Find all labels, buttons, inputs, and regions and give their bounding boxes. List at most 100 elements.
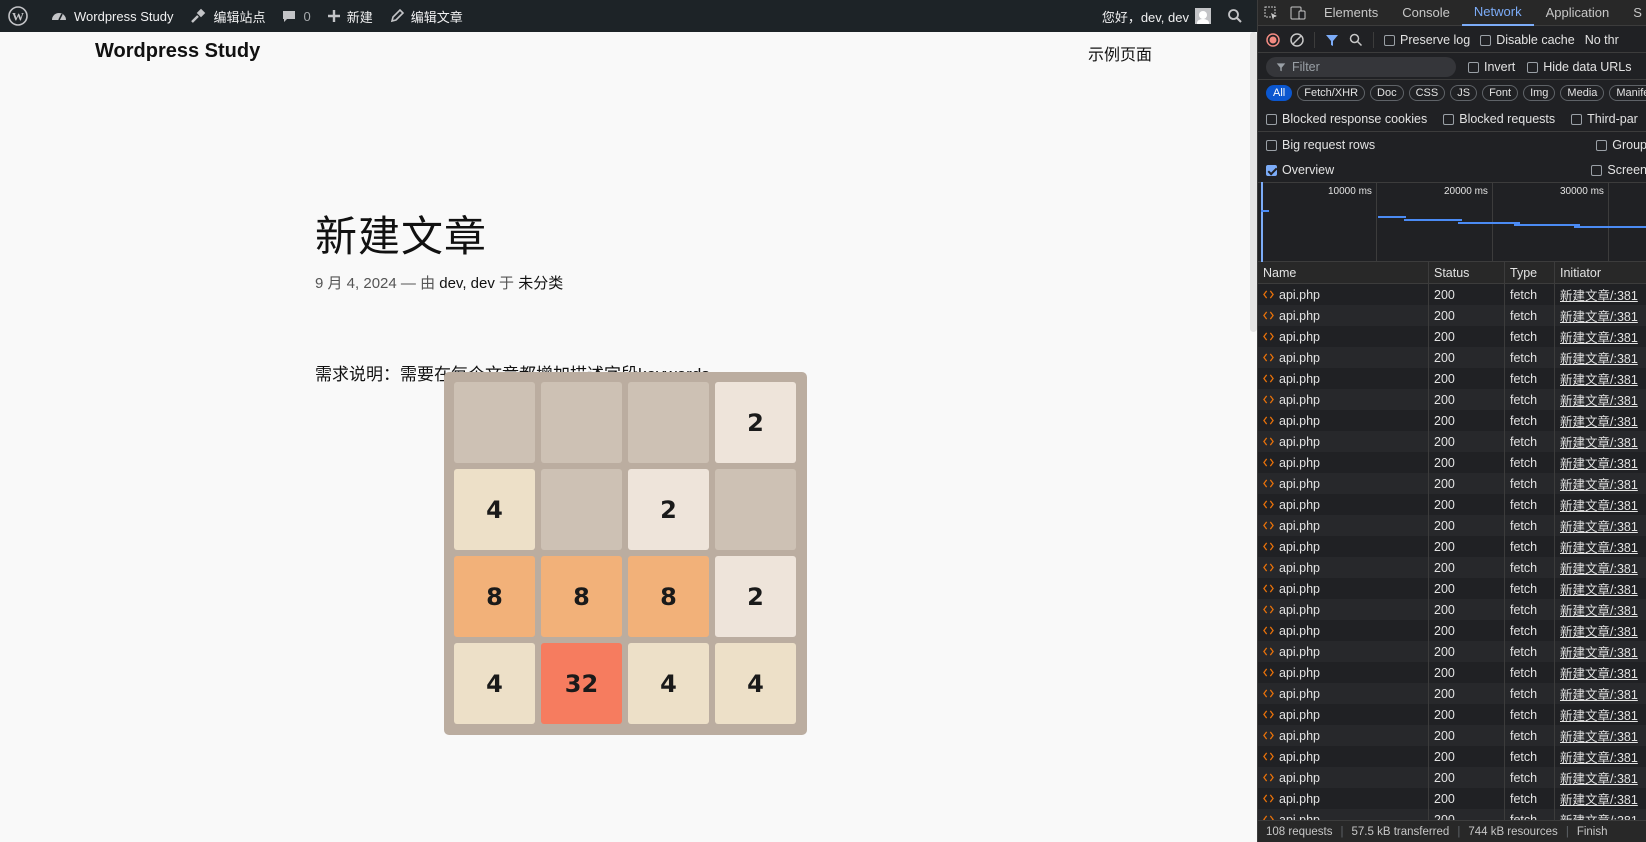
device-toolbar-icon[interactable] (1284, 0, 1312, 26)
request-initiator[interactable]: 新建文章/:381 (1554, 809, 1646, 820)
request-initiator[interactable]: 新建文章/:381 (1554, 326, 1646, 347)
request-initiator[interactable]: 新建文章/:381 (1554, 473, 1646, 494)
request-row[interactable]: api.php200fetch新建文章/:381 (1258, 641, 1646, 662)
request-row[interactable]: api.php200fetch新建文章/:381 (1258, 494, 1646, 515)
preserve-log-checkbox[interactable]: Preserve log (1384, 33, 1470, 47)
request-row[interactable]: api.php200fetch新建文章/:381 (1258, 389, 1646, 410)
request-initiator[interactable]: 新建文章/:381 (1554, 410, 1646, 431)
tab-application[interactable]: Application (1534, 0, 1622, 26)
request-initiator[interactable]: 新建文章/:381 (1554, 389, 1646, 410)
big-request-rows-checkbox[interactable]: Big request rows (1266, 138, 1375, 152)
tab-elements[interactable]: Elements (1312, 0, 1390, 26)
nav-item-sample-page[interactable]: 示例页面 (1088, 41, 1152, 65)
type-filter-doc[interactable]: Doc (1370, 85, 1404, 101)
request-row[interactable]: api.php200fetch新建文章/:381 (1258, 683, 1646, 704)
request-initiator[interactable]: 新建文章/:381 (1554, 662, 1646, 683)
group-by-frame-checkbox[interactable]: Group (1596, 138, 1646, 152)
request-initiator[interactable]: 新建文章/:381 (1554, 557, 1646, 578)
type-filter-js[interactable]: JS (1450, 85, 1478, 101)
type-filter-manifes[interactable]: Manifes (1609, 85, 1646, 101)
customize-site-menu[interactable]: 编辑站点 (181, 0, 273, 32)
request-initiator[interactable]: 新建文章/:381 (1554, 536, 1646, 557)
admin-search[interactable] (1219, 0, 1257, 32)
request-row[interactable]: api.php200fetch新建文章/:381 (1258, 557, 1646, 578)
request-initiator[interactable]: 新建文章/:381 (1554, 788, 1646, 809)
my-account-menu[interactable]: 您好，dev, dev (1094, 0, 1219, 32)
request-initiator[interactable]: 新建文章/:381 (1554, 284, 1646, 305)
request-initiator[interactable]: 新建文章/:381 (1554, 368, 1646, 389)
request-row[interactable]: api.php200fetch新建文章/:381 (1258, 452, 1646, 473)
site-title[interactable]: Wordpress Study (95, 40, 260, 63)
post-category[interactable]: 未分类 (518, 275, 563, 292)
request-row[interactable]: api.php200fetch新建文章/:381 (1258, 704, 1646, 725)
tab-console[interactable]: Console (1390, 0, 1462, 26)
inspect-element-icon[interactable] (1258, 0, 1284, 26)
type-filter-css[interactable]: CSS (1408, 85, 1446, 101)
request-row[interactable]: api.php200fetch新建文章/:381 (1258, 767, 1646, 788)
request-row[interactable]: api.php200fetch新建文章/:381 (1258, 326, 1646, 347)
request-row[interactable]: api.php200fetch新建文章/:381 (1258, 662, 1646, 683)
game-2048-board[interactable]: 2 4 2 8 8 8 2 4 32 4 4 (444, 372, 807, 735)
request-initiator[interactable]: 新建文章/:381 (1554, 767, 1646, 788)
blocked-cookies-checkbox[interactable]: Blocked response cookies (1266, 112, 1427, 126)
request-initiator[interactable]: 新建文章/:381 (1554, 431, 1646, 452)
request-row[interactable]: api.php200fetch新建文章/:381 (1258, 305, 1646, 326)
request-row[interactable]: api.php200fetch新建文章/:381 (1258, 347, 1646, 368)
clear-icon[interactable] (1290, 32, 1304, 47)
request-initiator[interactable]: 新建文章/:381 (1554, 746, 1646, 767)
throttling-select[interactable]: No thr (1585, 33, 1619, 47)
request-row[interactable]: api.php200fetch新建文章/:381 (1258, 410, 1646, 431)
request-initiator[interactable]: 新建文章/:381 (1554, 641, 1646, 662)
column-type[interactable]: Type (1504, 262, 1554, 283)
screenshots-checkbox[interactable]: Screen (1591, 163, 1646, 177)
page-scrollbar[interactable] (1250, 32, 1257, 332)
hide-data-urls-checkbox[interactable]: Hide data URLs (1527, 60, 1632, 74)
request-initiator[interactable]: 新建文章/:381 (1554, 578, 1646, 599)
column-status[interactable]: Status (1428, 262, 1504, 283)
request-row[interactable]: api.php200fetch新建文章/:381 (1258, 473, 1646, 494)
type-filter-font[interactable]: Font (1482, 85, 1519, 101)
record-stop-icon[interactable] (1266, 32, 1280, 47)
request-row[interactable]: api.php200fetch新建文章/:381 (1258, 809, 1646, 820)
search-icon[interactable] (1349, 33, 1363, 47)
blocked-requests-checkbox[interactable]: Blocked requests (1443, 112, 1555, 126)
request-initiator[interactable]: 新建文章/:381 (1554, 452, 1646, 473)
filter-input[interactable]: Filter (1266, 56, 1456, 77)
request-row[interactable]: api.php200fetch新建文章/:381 (1258, 284, 1646, 305)
type-filter-all[interactable]: All (1266, 85, 1293, 101)
filter-funnel-icon[interactable] (1325, 33, 1339, 47)
type-filter-fetchxhr[interactable]: Fetch/XHR (1297, 85, 1366, 101)
network-overview-timeline[interactable]: 10000 ms 20000 ms 30000 ms (1258, 182, 1646, 262)
request-row[interactable]: api.php200fetch新建文章/:381 (1258, 431, 1646, 452)
request-initiator[interactable]: 新建文章/:381 (1554, 515, 1646, 536)
request-initiator[interactable]: 新建文章/:381 (1554, 494, 1646, 515)
type-filter-media[interactable]: Media (1560, 85, 1605, 101)
request-row[interactable]: api.php200fetch新建文章/:381 (1258, 368, 1646, 389)
request-initiator[interactable]: 新建文章/:381 (1554, 620, 1646, 641)
request-initiator[interactable]: 新建文章/:381 (1554, 599, 1646, 620)
post-author[interactable]: dev, dev (439, 275, 495, 292)
request-initiator[interactable]: 新建文章/:381 (1554, 305, 1646, 326)
request-initiator[interactable]: 新建文章/:381 (1554, 725, 1646, 746)
column-initiator[interactable]: Initiator (1554, 262, 1646, 283)
request-row[interactable]: api.php200fetch新建文章/:381 (1258, 746, 1646, 767)
post-date[interactable]: 9 月 4, 2024 (315, 275, 397, 292)
tab-overflow[interactable]: S (1621, 0, 1646, 26)
invert-checkbox[interactable]: Invert (1468, 60, 1515, 74)
request-initiator[interactable]: 新建文章/:381 (1554, 683, 1646, 704)
disable-cache-checkbox[interactable]: Disable cache (1480, 33, 1575, 47)
request-row[interactable]: api.php200fetch新建文章/:381 (1258, 788, 1646, 809)
new-content-menu[interactable]: 新建 (319, 0, 381, 32)
wordpress-logo-icon[interactable]: W (0, 0, 42, 32)
overview-checkbox[interactable]: Overview (1266, 163, 1334, 177)
type-filter-img[interactable]: Img (1523, 85, 1556, 101)
request-row[interactable]: api.php200fetch新建文章/:381 (1258, 599, 1646, 620)
request-row[interactable]: api.php200fetch新建文章/:381 (1258, 578, 1646, 599)
third-party-checkbox[interactable]: Third-par (1571, 112, 1638, 126)
request-initiator[interactable]: 新建文章/:381 (1554, 347, 1646, 368)
column-name[interactable]: Name (1258, 262, 1428, 283)
tab-network[interactable]: Network (1461, 0, 1534, 26)
request-row[interactable]: api.php200fetch新建文章/:381 (1258, 536, 1646, 557)
request-row[interactable]: api.php200fetch新建文章/:381 (1258, 725, 1646, 746)
site-name-menu[interactable]: Wordpress Study (42, 0, 181, 32)
